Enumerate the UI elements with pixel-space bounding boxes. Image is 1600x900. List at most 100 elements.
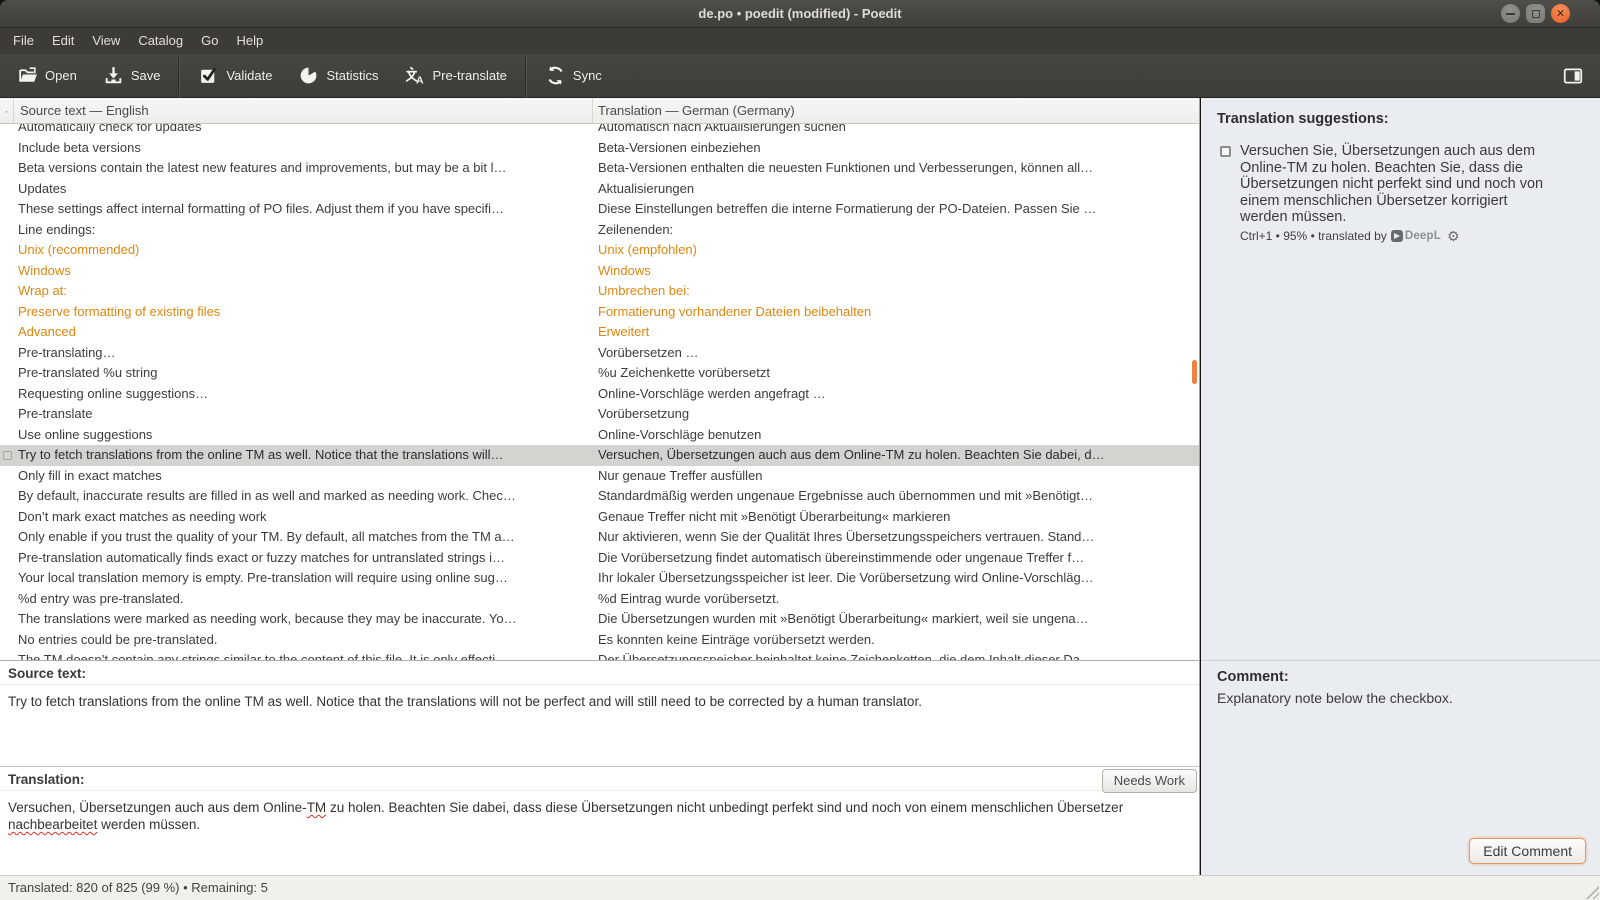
translation-label-row: Translation: Needs Work (0, 767, 1199, 791)
table-row[interactable]: Automatically check for updatesAutomatis… (0, 124, 1199, 138)
table-row[interactable]: Only enable if you trust the quality of … (0, 527, 1199, 548)
translation-cell: Diese Einstellungen betreffen die intern… (593, 199, 1199, 220)
toolbar-button-label: Pre-translate (432, 68, 506, 83)
edit-comment-button[interactable]: Edit Comment (1469, 838, 1586, 864)
source-cell: Requesting online suggestions… (14, 384, 593, 405)
table-row[interactable]: %d entry was pre-translated.%d Eintrag w… (0, 589, 1199, 610)
table-row[interactable]: Preserve formatting of existing filesFor… (0, 302, 1199, 323)
comment-title: Comment: (1201, 661, 1600, 685)
translation-cell: Die Übersetzungen wurden mit »Benötigt Ü… (593, 609, 1199, 630)
row-marker-cell (0, 507, 14, 528)
toolbar-button-open[interactable]: Open (4, 54, 90, 97)
maximize-button[interactable] (1526, 4, 1545, 23)
translation-suggestion[interactable]: Versuchen Sie, Übersetzungen auch aus de… (1201, 127, 1600, 243)
table-row[interactable]: The translations were marked as needing … (0, 609, 1199, 630)
table-row[interactable]: Pre-translated %u string%u Zeichenkette … (0, 363, 1199, 384)
row-marker-cell (0, 363, 14, 384)
table-row[interactable]: Wrap at:Umbrechen bei: (0, 281, 1199, 302)
toolbar-button-sync[interactable]: Sync (532, 54, 615, 97)
menu-item-help[interactable]: Help (227, 28, 272, 54)
grid-rows[interactable]: Automatically check for updatesAutomatis… (0, 124, 1199, 660)
table-row[interactable]: Only fill in exact matchesNur genaue Tre… (0, 466, 1199, 487)
translation-cell: Online-Vorschläge benutzen (593, 425, 1199, 446)
table-row[interactable]: WindowsWindows (0, 261, 1199, 282)
toolbar-button-save[interactable]: Save (90, 54, 174, 97)
table-row[interactable]: Requesting online suggestions…Online-Vor… (0, 384, 1199, 405)
source-column-header[interactable]: Source text — English (14, 98, 593, 123)
title-bar[interactable]: de.po • poedit (modified) - Poedit ✕ (0, 0, 1600, 28)
table-row[interactable]: By default, inaccurate results are fille… (0, 486, 1199, 507)
misspelled-word: nachbearbeitet (8, 817, 97, 832)
row-marker-cell (0, 302, 14, 323)
toolbar-buttons: OpenSave Validate StatisticsAPre-translate… (4, 54, 615, 97)
suggestion-shortcut-score: Ctrl+1 • 95% • translated by (1240, 229, 1387, 243)
menu-item-file[interactable]: File (4, 28, 43, 54)
source-cell: Pre-translating… (14, 343, 593, 364)
table-row[interactable]: These settings affect internal formattin… (0, 199, 1199, 220)
translation-cell: Nur genaue Treffer ausfüllen (593, 466, 1199, 487)
suggestion-text: Versuchen Sie, Übersetzungen auch aus de… (1240, 143, 1543, 226)
close-button[interactable]: ✕ (1551, 4, 1570, 23)
table-row[interactable]: Beta versions contain the latest new fea… (0, 158, 1199, 179)
source-cell: The translations were marked as needing … (14, 609, 593, 630)
table-row[interactable]: Use online suggestionsOnline-Vorschläge … (0, 425, 1199, 446)
table-row[interactable]: AdvancedErweitert (0, 322, 1199, 343)
comment-indicator-icon (3, 451, 12, 460)
toolbar-button-validate[interactable]: Validate (185, 54, 285, 97)
marker-column-header[interactable]: · (0, 98, 14, 123)
toolbar-button-statistics[interactable]: Statistics (285, 54, 391, 97)
menu-bar: FileEditViewCatalogGoHelp (0, 28, 1600, 54)
source-cell: Only enable if you trust the quality of … (14, 527, 593, 548)
row-marker-cell (0, 343, 14, 364)
toolbar-button-label: Validate (226, 68, 272, 83)
table-row[interactable]: Line endings:Zeilenenden: (0, 220, 1199, 241)
table-row[interactable]: The TM doesn’t contain any strings simil… (0, 650, 1199, 660)
translation-cell: Aktualisierungen (593, 179, 1199, 200)
poedit-window: de.po • poedit (modified) - Poedit ✕ Fil… (0, 0, 1600, 900)
tm-suggestion-icon (1220, 146, 1231, 157)
source-cell: Preserve formatting of existing files (14, 302, 593, 323)
minimize-icon (1506, 13, 1515, 15)
source-cell: Line endings: (14, 220, 593, 241)
suggestions-title: Translation suggestions: (1201, 98, 1600, 127)
source-cell: Use online suggestions (14, 425, 593, 446)
source-cell: Try to fetch translations from the onlin… (14, 445, 593, 466)
table-row[interactable]: Include beta versionsBeta-Versionen einb… (0, 138, 1199, 159)
source-cell: Your local translation memory is empty. … (14, 568, 593, 589)
vertical-scrollbar-thumb[interactable] (1192, 360, 1197, 384)
source-cell: Automatically check for updates (14, 124, 593, 138)
source-cell: Beta versions contain the latest new fea… (14, 158, 593, 179)
source-cell: Updates (14, 179, 593, 200)
row-marker-cell (0, 445, 14, 466)
toolbar-button-pre-translate[interactable]: APre-translate (391, 54, 519, 97)
gear-icon[interactable]: ⚙ (1447, 230, 1460, 242)
minimize-button[interactable] (1501, 4, 1520, 23)
source-cell: Unix (recommended) (14, 240, 593, 261)
translation-editor[interactable]: Versuchen, Übersetzungen auch aus dem On… (0, 791, 1199, 833)
table-row[interactable]: Unix (recommended)Unix (empfohlen) (0, 240, 1199, 261)
menu-item-edit[interactable]: Edit (43, 28, 83, 54)
table-row[interactable]: Try to fetch translations from the onlin… (0, 445, 1199, 466)
table-row[interactable]: Pre-translating…Vorübersetzen … (0, 343, 1199, 364)
menu-item-go[interactable]: Go (192, 28, 227, 54)
table-row[interactable]: Don’t mark exact matches as needing work… (0, 507, 1199, 528)
menu-item-catalog[interactable]: Catalog (129, 28, 192, 54)
table-row[interactable]: Your local translation memory is empty. … (0, 568, 1199, 589)
needs-work-button[interactable]: Needs Work (1102, 769, 1197, 793)
main-area: · Source text — English Translation — Ge… (0, 98, 1600, 875)
menu-item-view[interactable]: View (83, 28, 129, 54)
window-controls: ✕ (1501, 4, 1570, 23)
translation-text-part: zu holen. Beachten Sie dabei, dass diese… (326, 800, 1123, 815)
source-cell: By default, inaccurate results are fille… (14, 486, 593, 507)
sidebar-toggle-icon[interactable] (1562, 65, 1584, 87)
translation-cell: Ihr lokaler Übersetzungsspeicher ist lee… (593, 568, 1199, 589)
table-row[interactable]: Pre-translation automatically finds exac… (0, 548, 1199, 569)
table-row[interactable]: Pre-translateVorübersetzung (0, 404, 1199, 425)
table-row[interactable]: UpdatesAktualisierungen (0, 179, 1199, 200)
resize-grip[interactable] (1584, 884, 1599, 899)
row-marker-cell (0, 630, 14, 651)
table-row[interactable]: No entries could be pre-translated.Es ko… (0, 630, 1199, 651)
translation-column-header[interactable]: Translation — German (Germany) (593, 98, 1199, 123)
source-cell: Pre-translated %u string (14, 363, 593, 384)
row-marker-cell (0, 466, 14, 487)
